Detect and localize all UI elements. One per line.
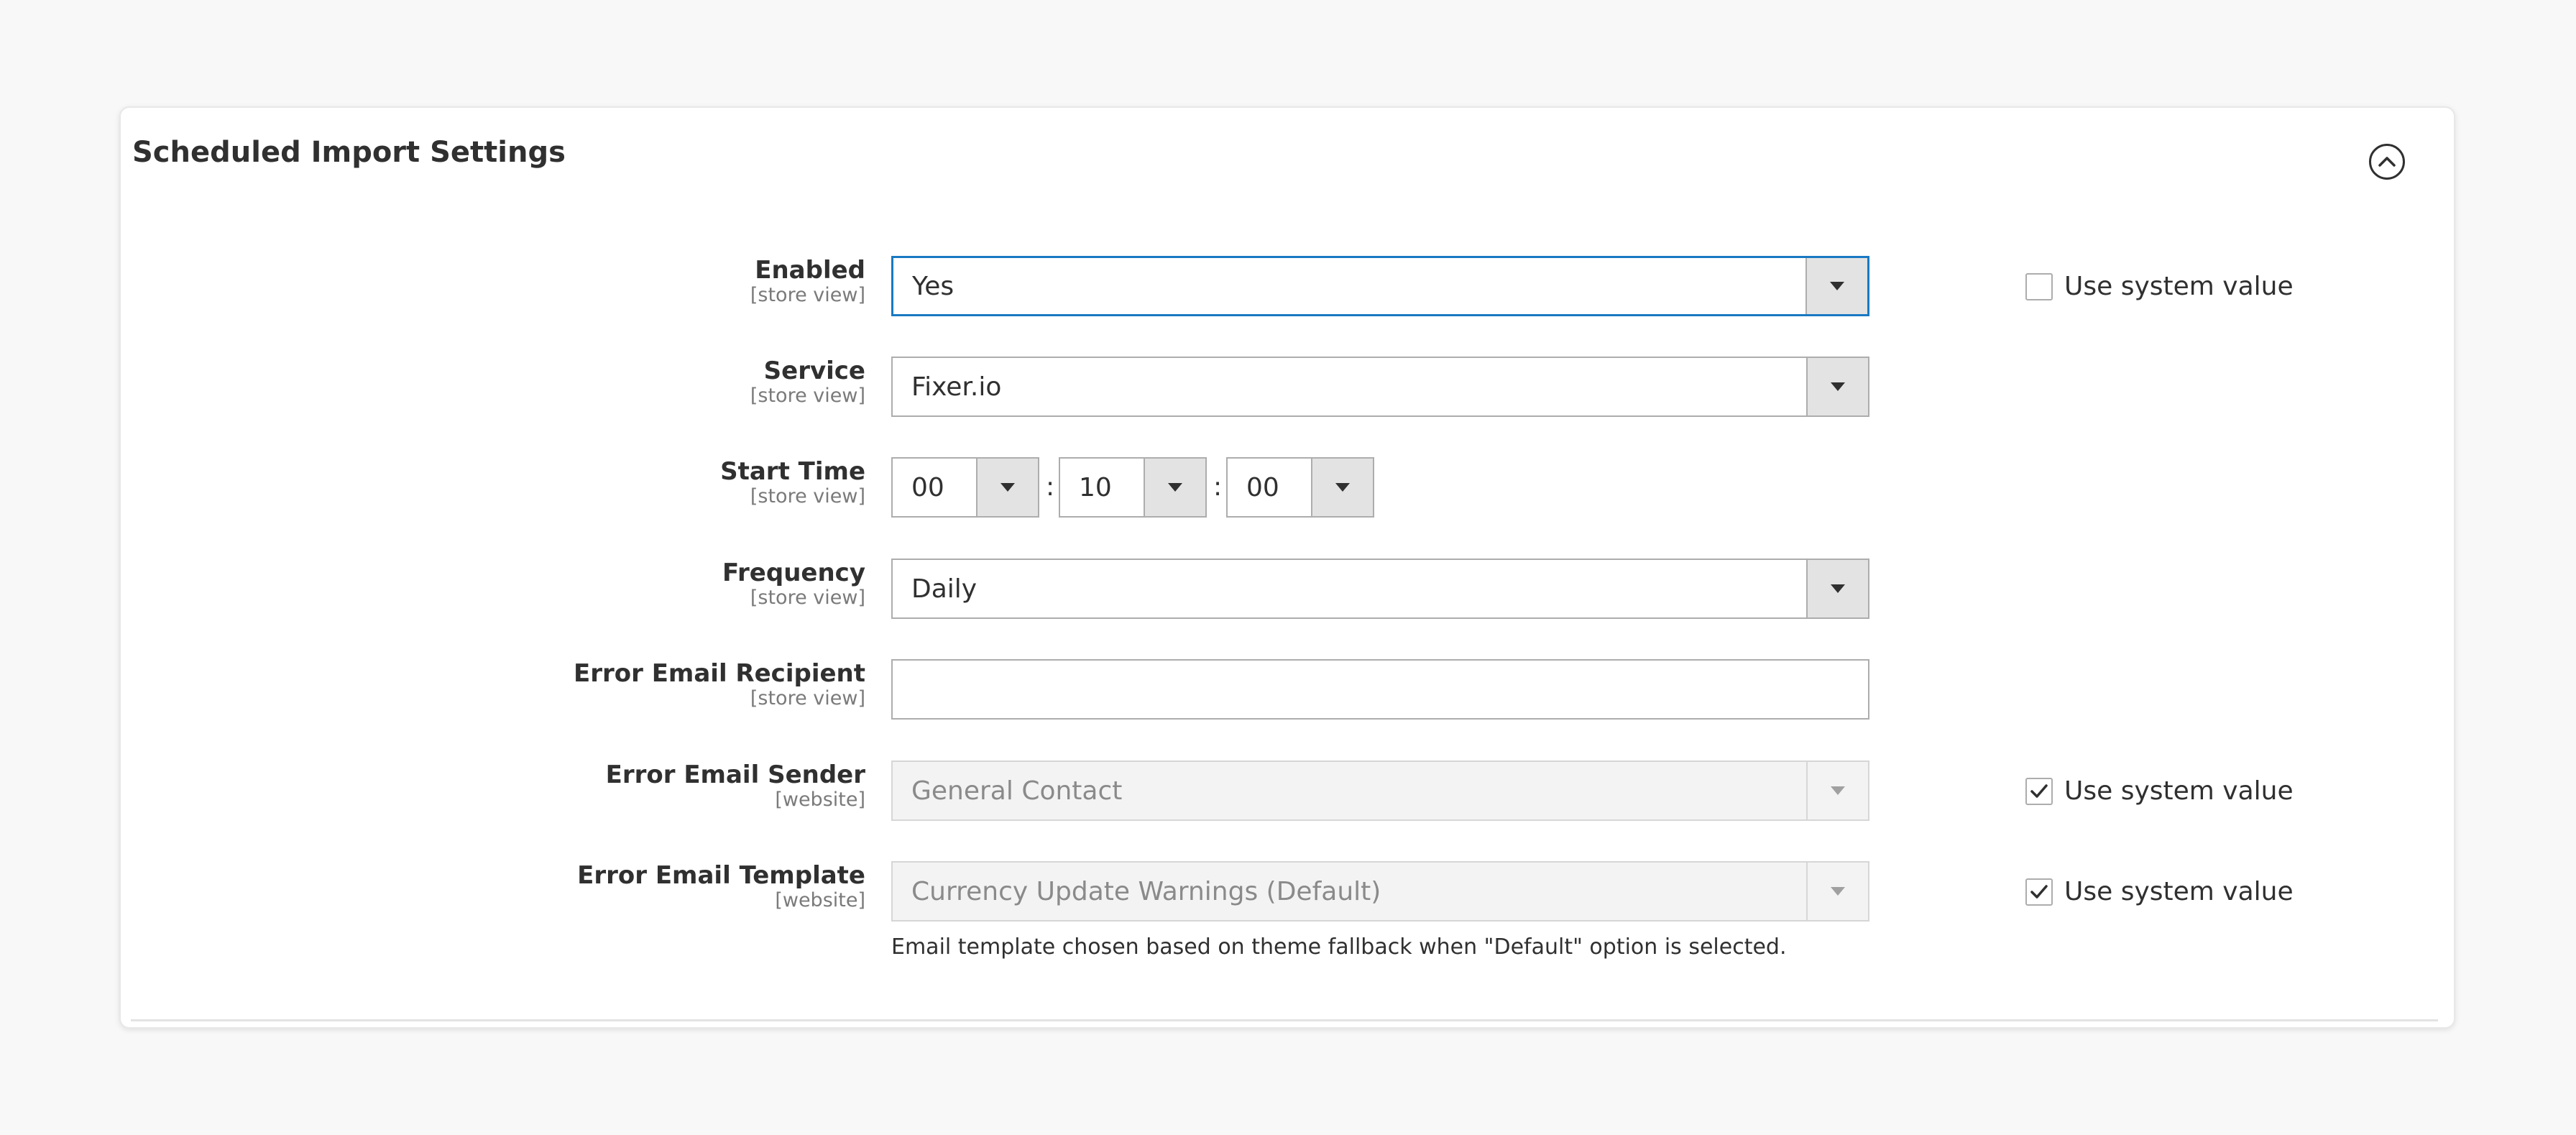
label-text: Error Email Recipient <box>573 659 865 688</box>
label-text: Error Email Sender <box>605 761 865 789</box>
error-email-template-use-system-value[interactable]: Use system value <box>2025 877 2294 906</box>
scope-text: [store view] <box>750 385 865 407</box>
select-value: Fixer.io <box>911 372 1002 402</box>
start-time-second-select[interactable]: 00 <box>1226 457 1374 518</box>
field-label-frequency: Frequency [store view] <box>722 559 865 609</box>
start-time-hour-select[interactable]: 00 <box>891 457 1039 518</box>
use-system-value-label: Use system value <box>2064 272 2294 301</box>
scope-text: [website] <box>775 789 865 811</box>
error-email-template-select: Currency Update Warnings (Default) <box>891 861 1869 922</box>
checkbox[interactable] <box>2025 272 2053 300</box>
time-separator: : <box>1046 472 1055 502</box>
field-label-error-email-recipient: Error Email Recipient [store view] <box>574 659 865 709</box>
chevron-down-icon <box>976 459 1038 516</box>
chevron-down-icon <box>1806 762 1868 819</box>
error-email-recipient-input[interactable] <box>891 659 1869 720</box>
enabled-use-system-value[interactable]: Use system value <box>2025 272 2294 301</box>
field-label-enabled: Enabled [store view] <box>750 256 865 306</box>
select-value: 10 <box>1079 472 1112 502</box>
use-system-value-label: Use system value <box>2064 877 2294 906</box>
field-label-start-time: Start Time [store view] <box>720 457 865 507</box>
select-value: Daily <box>911 574 978 604</box>
service-select[interactable]: Fixer.io <box>891 357 1869 417</box>
divider <box>131 1019 2438 1021</box>
checkbox-checked[interactable] <box>2025 777 2053 805</box>
field-label-error-email-template: Error Email Template [website] <box>577 861 865 911</box>
chevron-down-icon <box>1806 560 1868 617</box>
label-text: Service <box>763 357 865 385</box>
field-label-service: Service [store view] <box>750 357 865 407</box>
chevron-down-icon <box>1144 459 1205 516</box>
chevron-down-icon <box>1311 459 1373 516</box>
chevron-down-icon <box>1806 358 1868 415</box>
scope-text: [store view] <box>750 587 865 609</box>
select-value: Currency Update Warnings (Default) <box>911 876 1381 906</box>
scheduled-import-settings-panel: Scheduled Import Settings Enabled [store… <box>119 106 2455 1029</box>
field-note: Email template chosen based on theme fal… <box>891 934 1787 960</box>
error-email-sender-select: General Contact <box>891 761 1869 821</box>
frequency-select[interactable]: Daily <box>891 559 1869 619</box>
scope-text: [store view] <box>750 284 865 306</box>
start-time-minute-select[interactable]: 10 <box>1059 457 1207 518</box>
select-value: General Contact <box>911 776 1123 806</box>
use-system-value-label: Use system value <box>2064 776 2294 806</box>
enabled-select[interactable]: Yes <box>891 256 1869 316</box>
label-text: Enabled <box>755 256 865 285</box>
scope-text: [website] <box>775 889 865 911</box>
label-text: Error Email Template <box>577 861 865 890</box>
label-text: Start Time <box>720 457 865 486</box>
scope-text: [store view] <box>750 687 865 709</box>
select-value: 00 <box>1246 472 1279 502</box>
label-text: Frequency <box>722 559 865 587</box>
checkmark-icon <box>2030 884 2048 899</box>
checkmark-icon <box>2030 784 2048 798</box>
scope-text: [store view] <box>750 485 865 507</box>
chevron-down-icon <box>1806 863 1868 920</box>
time-separator: : <box>1213 472 1223 502</box>
select-value: Yes <box>912 271 954 301</box>
select-value: 00 <box>911 472 944 502</box>
error-email-sender-use-system-value[interactable]: Use system value <box>2025 776 2294 806</box>
checkbox-checked[interactable] <box>2025 878 2053 906</box>
panel-title[interactable]: Scheduled Import Settings <box>132 138 566 167</box>
field-label-error-email-sender: Error Email Sender [website] <box>606 761 865 811</box>
chevron-up-circle-icon[interactable] <box>2369 144 2405 180</box>
chevron-down-icon <box>1806 258 1867 314</box>
